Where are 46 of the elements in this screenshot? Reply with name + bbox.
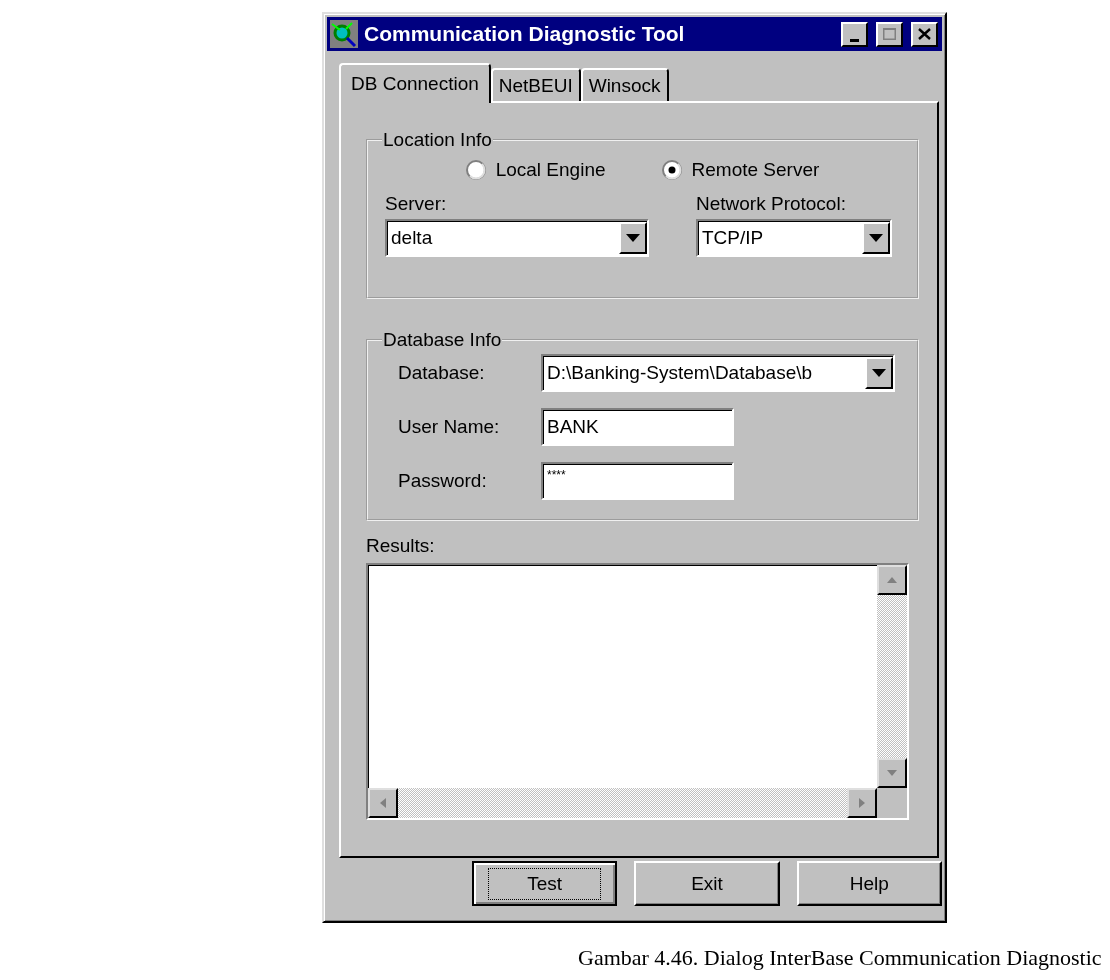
field-label: User Name: xyxy=(398,416,501,438)
caret-icon xyxy=(872,369,886,377)
input-field[interactable]: BANK xyxy=(541,408,734,446)
tab[interactable]: NetBEUI xyxy=(490,68,581,101)
close-icon xyxy=(918,28,931,40)
tab[interactable]: DB Connection xyxy=(339,63,491,103)
minimize-button[interactable] xyxy=(841,21,868,47)
dropdown-button[interactable] xyxy=(619,222,647,254)
dialog-button[interactable]: Test xyxy=(472,861,618,906)
dialog-button[interactable]: Help xyxy=(796,861,942,906)
app-icon xyxy=(330,20,358,48)
dropdown-button[interactable] xyxy=(862,222,890,254)
group-label: Database Info xyxy=(382,329,503,351)
close-button[interactable] xyxy=(911,21,938,47)
password-field[interactable]: **** xyxy=(541,462,734,500)
group-label: Location Info xyxy=(382,129,493,151)
window-title: Communication Diagnostic Tool xyxy=(364,22,686,46)
dropdown-field[interactable]: D:\Banking-System\Database\b xyxy=(541,354,895,392)
field-label: Network Protocol: xyxy=(696,193,847,215)
radio-button[interactable] xyxy=(661,160,682,180)
radio-label[interactable]: Remote Server xyxy=(691,159,820,181)
radio-label[interactable]: Local Engine xyxy=(495,159,606,181)
dropdown-field[interactable]: TCP/IP xyxy=(696,219,892,257)
tab[interactable]: Winsock xyxy=(580,68,669,101)
figure-caption: Gambar 4.46. Dialog InterBase Communication Diagnostic xyxy=(578,945,1103,971)
maximize-icon xyxy=(883,28,896,40)
minimize-icon xyxy=(850,38,859,42)
vertical-scrollbar[interactable] xyxy=(877,565,907,788)
field-label: Server: xyxy=(385,193,448,215)
scrollbar-corner xyxy=(877,788,907,818)
caret-icon xyxy=(626,234,640,242)
maximize-button[interactable] xyxy=(876,21,903,47)
field-label: Database: xyxy=(398,362,486,384)
scroll-down-button[interactable] xyxy=(877,758,907,788)
scroll-left-button[interactable] xyxy=(368,788,398,818)
dropdown-button[interactable] xyxy=(865,357,893,389)
dialog-button[interactable]: Exit xyxy=(634,861,780,906)
results-text-area[interactable] xyxy=(366,563,909,820)
field-label: Password: xyxy=(398,470,488,492)
radio-button[interactable] xyxy=(465,160,486,180)
scroll-up-button[interactable] xyxy=(877,565,907,595)
dropdown-field[interactable]: delta xyxy=(385,219,649,257)
horizontal-scrollbar[interactable] xyxy=(368,788,877,818)
field-label: Results: xyxy=(366,535,436,557)
caret-icon xyxy=(869,234,883,242)
scroll-right-button[interactable] xyxy=(847,788,877,818)
